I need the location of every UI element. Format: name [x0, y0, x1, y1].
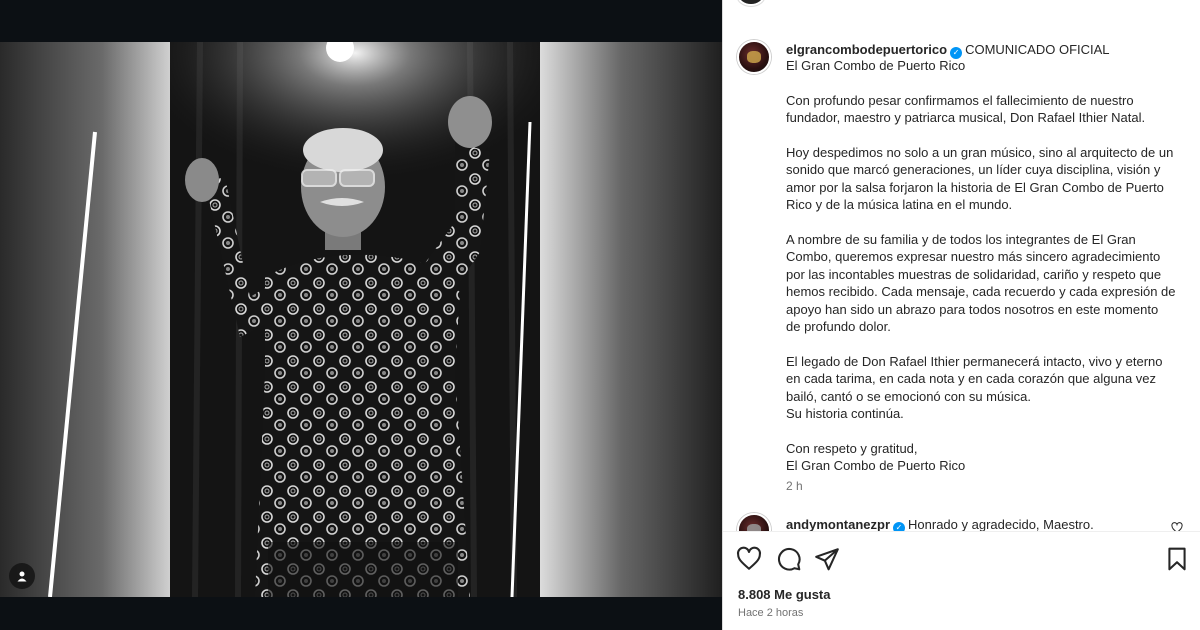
caption-line: Hoy despedimos no solo a un gran músico,…	[786, 145, 1174, 160]
caption-line: Rico y de la música latina en el mundo.	[786, 197, 1013, 213]
caption-time[interactable]: 2 h	[786, 479, 803, 493]
action-bar: 8.808 Me gusta Hace 2 horas	[723, 531, 1200, 630]
caption-line: El Gran Combo de Puerto Rico	[786, 58, 966, 73]
caption-line: en cada tarima, en cada nota y en cada c…	[786, 371, 1157, 387]
media-pane	[0, 0, 722, 630]
comment-text: Honrado y agradecido, Maestro.	[908, 517, 1094, 531]
caption-line: El Gran Combo de Puerto Rico	[786, 458, 966, 474]
verified-badge-icon: ✓	[893, 522, 906, 531]
bookmark-icon[interactable]	[1164, 546, 1190, 572]
post-title: COMUNICADO OFICIAL	[965, 42, 1110, 57]
caption-line: de profundo dolor.	[786, 319, 891, 334]
caption-line: Combo, queremos expresar nuestro más sin…	[786, 249, 1161, 265]
share-icon[interactable]	[814, 546, 840, 572]
post-side-panel: elgrancombodepuertorico ✓ COMUNICADO OFICI…	[722, 0, 1200, 630]
tagged-users-button[interactable]	[9, 563, 35, 589]
caption-line: Su historia continúa.	[786, 406, 904, 421]
comment-icon[interactable]	[776, 546, 802, 572]
commenter-avatar[interactable]	[737, 513, 771, 531]
post-timestamp[interactable]: Hace 2 horas	[738, 607, 803, 619]
commenter-username[interactable]: andymontanezpr	[786, 517, 890, 531]
author-username[interactable]: elgrancombodepuertorico	[786, 42, 947, 57]
caption-scroll-area[interactable]: elgrancombodepuertorico ✓ COMUNICADO OFICI…	[723, 0, 1200, 531]
caption-line: apoyo han sido un abrazo para todos noso…	[786, 301, 1159, 317]
caption-line: Con respeto y gratitud,	[786, 440, 918, 456]
likes-count[interactable]: 8.808 Me gusta	[738, 587, 831, 602]
caption-line: fundador, maestro y patriarca musical, D…	[786, 110, 1146, 126]
caption-line: El legado de Don Rafael Ithier permanece…	[786, 353, 1163, 369]
caption-line: hemos recibido. Cada mensaje, cada recue…	[786, 284, 1176, 300]
heart-icon[interactable]	[736, 546, 762, 572]
user-tag-icon	[17, 571, 27, 582]
author-avatar[interactable]	[737, 40, 771, 74]
caption-line: bailó, cantó o se emocionó con su música…	[786, 388, 1031, 404]
caption-line: por las incontables muestras de solidari…	[786, 266, 1162, 282]
comment: andymontanezpr ✓ Honrado y agradecido, Mae…	[786, 517, 1094, 531]
comment-like-icon[interactable]	[1171, 522, 1183, 531]
photo-illustration	[0, 42, 722, 597]
post-photo[interactable]	[0, 42, 722, 597]
caption-line: amor por la salsa forjaron la historia d…	[786, 179, 1164, 195]
caption-line: A nombre de su familia y de todos los in…	[786, 232, 1136, 247]
caption-line: sonido que marcó generaciones, un líder …	[786, 162, 1161, 178]
caption-line: Con profundo pesar confirmamos el fallec…	[786, 92, 1134, 108]
